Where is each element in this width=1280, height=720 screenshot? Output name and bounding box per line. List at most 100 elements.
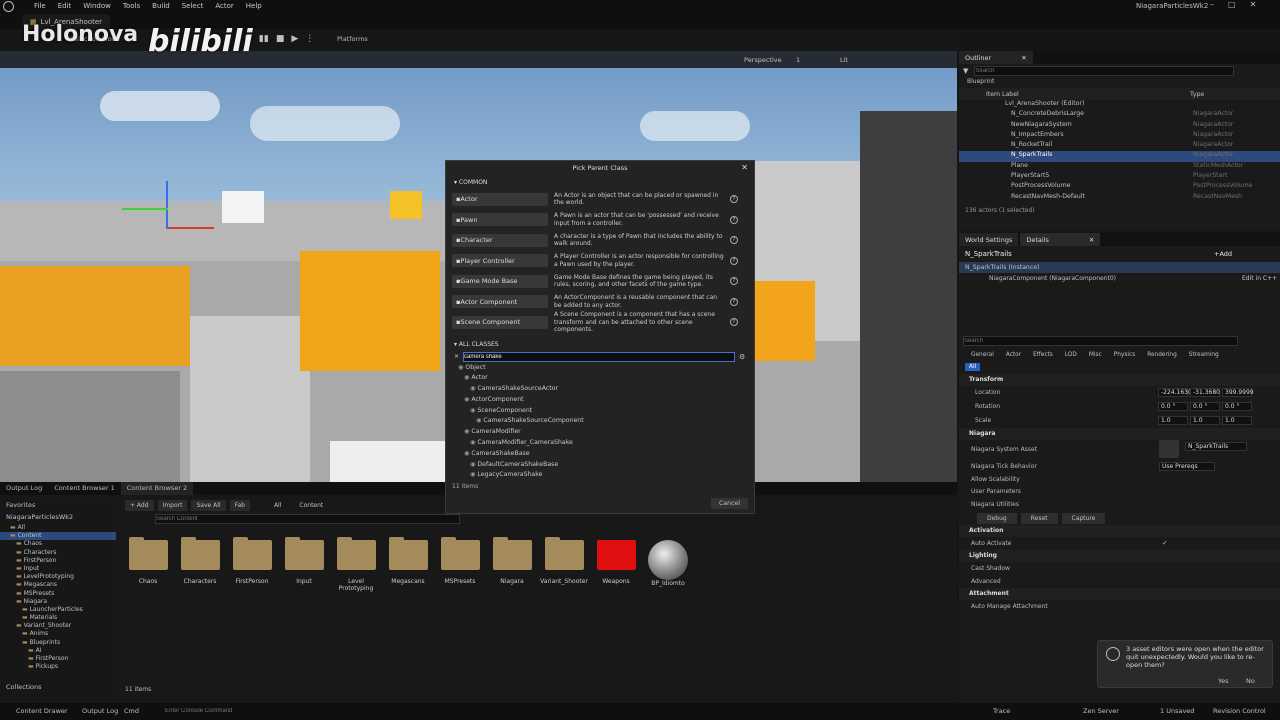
asset-tile[interactable]: BP_Idiomto [642,540,694,587]
all-classes-header[interactable]: ▾ ALL CLASSES [446,337,754,351]
path-content[interactable]: Content [299,502,323,509]
tree-folder[interactable]: ▬ All [0,524,116,532]
tree-folder[interactable]: ▬ Anims [0,630,116,638]
details-tab[interactable]: Details ✕ [1020,233,1101,246]
menu-edit[interactable]: Edit [58,2,72,10]
all-filter-button[interactable]: All [965,363,981,371]
outliner-row[interactable]: Lvl_ArenaShooter (Editor) [959,100,1280,110]
asset-tile[interactable]: Variant_Shooter [538,537,590,585]
rotation-label[interactable]: Rotation [975,403,1000,410]
close-icon[interactable]: ✕ [1250,0,1257,9]
asset-thumbnail[interactable] [1159,440,1179,458]
tree-folder[interactable]: ▬ FirstPerson [0,557,116,565]
unsaved-button[interactable]: 1 Unsaved [1160,707,1194,715]
activation-section[interactable]: Activation [959,525,1280,537]
rotation-y[interactable]: 0.0 ° [1190,402,1220,411]
world-settings-tab[interactable]: World Settings [959,233,1019,246]
filter-physics[interactable]: Physics [1114,352,1135,358]
niagara-section[interactable]: Niagara [959,428,1280,440]
tree-folder[interactable]: ▬ Characters [0,549,116,557]
project-header[interactable]: NiagaraParticlesWk2 [0,511,116,524]
location-label[interactable]: Location [975,389,1000,396]
scale-y[interactable]: 1.0 [1190,416,1220,425]
menu-window[interactable]: Window [83,2,111,10]
cancel-button[interactable]: Cancel [711,498,748,509]
class-button-character[interactable]: ▪ Character [452,233,548,247]
filter-general[interactable]: General [971,352,994,358]
console-input[interactable] [165,706,285,716]
class-button-player-controller[interactable]: ▪ Player Controller [452,254,548,268]
class-tree-item[interactable]: ◉ SceneComponent [454,406,754,417]
outliner-tab[interactable]: Outliner ✕ [959,51,1033,64]
more-options-icon[interactable]: ⋮ [305,34,314,44]
class-tree-item[interactable]: ◉ ActorComponent [454,395,754,406]
outliner-row[interactable]: PlayerStart5 PlayerStart [959,172,1280,182]
instance-row[interactable]: N_SparkTrails (Instance) [959,262,1280,273]
asset-tile[interactable]: Characters [174,537,226,585]
tree-folder[interactable]: ▬ Blueprints [0,639,116,647]
content-browser-2-tab[interactable]: Content Browser 2 [120,482,194,495]
help-icon[interactable]: ? [730,236,738,245]
gizmo-x-axis[interactable] [168,227,214,229]
gizmo-y-axis[interactable] [122,208,168,210]
filter-icon[interactable]: ▼ [963,67,968,75]
favorites-header[interactable]: Favorites [0,497,116,511]
system-asset-dropdown[interactable]: N_SparkTrails [1185,442,1247,451]
filter-streaming[interactable]: Streaming [1189,352,1219,358]
maximize-icon[interactable]: □ [1228,0,1236,9]
clear-search-icon[interactable]: ✕ [454,353,459,360]
output-log-button[interactable]: Output Log [82,707,118,715]
class-button-actor[interactable]: ▪ Actor [452,192,548,206]
class-tree-item[interactable]: ◉ CameraModifier [454,427,754,438]
tree-folder[interactable]: ▬ Content [0,532,116,541]
menu-file[interactable]: File [34,2,46,10]
outliner-row[interactable]: N_RocketTrail NiagaraActor [959,141,1280,151]
asset-tile[interactable]: Niagara [486,537,538,585]
tree-folder[interactable]: ▬ Materials [0,614,116,622]
help-icon[interactable]: ? [730,195,738,204]
tree-folder[interactable]: ▬ Megascans [0,581,116,589]
settings-icon[interactable]: ⚙ [739,353,745,361]
outliner-row[interactable]: N_SparkTrails NiagaraActor [959,151,1280,162]
outliner-row[interactable]: Plane StaticMeshActor [959,162,1280,172]
debug-button[interactable]: Debug [977,512,1017,524]
close-icon[interactable]: ✕ [1021,54,1026,62]
help-icon[interactable]: ? [730,277,738,286]
trace-button[interactable]: Trace [993,707,1010,715]
tree-folder[interactable]: ▬ Input [0,565,116,573]
asset-tile[interactable]: Weapons [590,540,642,585]
edit-cpp-link[interactable]: Edit in C++ [1242,273,1277,284]
common-header[interactable]: ▾ COMMON [446,175,754,189]
path-all[interactable]: All [274,502,281,509]
help-icon[interactable]: ? [730,318,738,327]
outliner-search-input[interactable] [974,66,1235,76]
zen-server-button[interactable]: Zen Server [1083,707,1119,715]
import-button[interactable]: Import [157,500,188,511]
scale-z[interactable]: 1.0 [1222,416,1252,425]
asset-tile[interactable]: Level Prototyping [330,537,382,592]
class-search-input[interactable] [463,351,736,362]
tree-folder[interactable]: ▬ Niagara [0,598,116,606]
filter-misc[interactable]: Misc [1089,352,1102,358]
attachment-section[interactable]: Attachment [959,588,1280,600]
asset-tile[interactable]: MSPresets [434,537,486,585]
yes-button[interactable]: Yes [1218,677,1229,685]
menu-tools[interactable]: Tools [123,2,140,10]
help-icon[interactable]: ? [730,297,738,306]
advanced-toggle[interactable]: Advanced [971,578,1001,585]
class-tree-item[interactable]: ◉ Actor [454,373,754,384]
class-tree-item[interactable]: ◉ CameraModifier_CameraShake [454,438,754,449]
content-search-input[interactable] [155,514,460,524]
outliner-row[interactable]: NewNiagaraSystem NiagaraActor [959,121,1280,131]
checkbox-checked[interactable]: ✓ [1162,539,1168,547]
tree-folder[interactable]: ▬ FirstPerson [0,655,116,663]
tree-folder[interactable]: ▬ Chaos [0,540,116,548]
class-tree-item[interactable]: ◉ CameraShakeSourceComponent [454,416,754,427]
perspective-button[interactable]: Perspective [744,56,782,64]
location-x[interactable]: -224.1630 [1158,388,1192,397]
class-tree-item[interactable]: ◉ CameraShakeSourceActor [454,384,754,395]
col-item-label[interactable]: Item Label [986,91,1019,98]
lighting-section[interactable]: Lighting [959,550,1280,562]
user-params-label[interactable]: User Parameters [971,488,1021,495]
platforms-dropdown[interactable]: Platforms [337,35,368,43]
